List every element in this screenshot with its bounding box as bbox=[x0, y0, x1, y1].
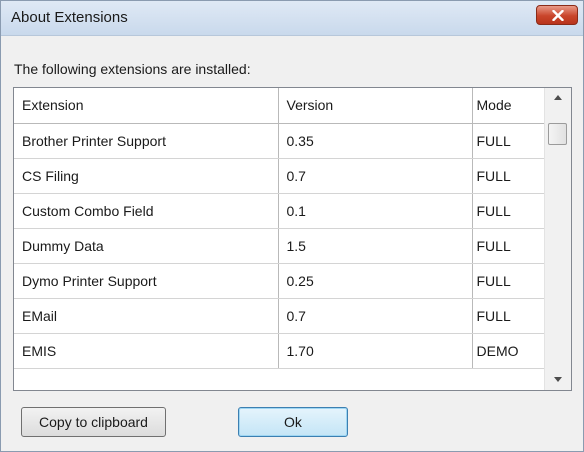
chevron-down-icon bbox=[554, 377, 562, 382]
table-row[interactable]: Dummy Data 1.5 FULL bbox=[14, 228, 544, 264]
table-row[interactable]: Brother Printer Support 0.35 FULL bbox=[14, 123, 544, 159]
mode-cell: FULL bbox=[472, 123, 544, 159]
ok-button[interactable]: Ok bbox=[238, 407, 348, 437]
title-bar[interactable]: About Extensions bbox=[1, 1, 583, 36]
column-header-extension[interactable]: Extension bbox=[14, 88, 279, 124]
mode-cell: DEMO bbox=[472, 333, 544, 369]
mode-cell: FULL bbox=[472, 228, 544, 264]
about-extensions-dialog: About Extensions The following extension… bbox=[0, 0, 584, 452]
window-title: About Extensions bbox=[11, 9, 128, 26]
version-cell: 0.1 bbox=[278, 193, 473, 229]
scroll-down-button[interactable] bbox=[545, 370, 571, 390]
version-cell: 0.7 bbox=[278, 298, 473, 334]
mode-cell: FULL bbox=[472, 263, 544, 299]
scroll-up-button[interactable] bbox=[545, 88, 571, 108]
column-header-version[interactable]: Version bbox=[278, 88, 473, 124]
vertical-scrollbar[interactable] bbox=[544, 88, 571, 390]
version-cell: 0.25 bbox=[278, 263, 473, 299]
version-cell: 1.70 bbox=[278, 333, 473, 369]
extension-name-cell: Dymo Printer Support bbox=[14, 263, 279, 299]
extensions-list[interactable]: Extension Version Mode Brother Printer S… bbox=[13, 87, 572, 391]
table-row[interactable]: Dymo Printer Support 0.25 FULL bbox=[14, 263, 544, 299]
extension-name-cell: Custom Combo Field bbox=[14, 193, 279, 229]
table-row[interactable]: Custom Combo Field 0.1 FULL bbox=[14, 193, 544, 229]
extension-name-cell: EMail bbox=[14, 298, 279, 334]
scrollbar-thumb[interactable] bbox=[548, 123, 567, 145]
table-row[interactable]: CS Filing 0.7 FULL bbox=[14, 158, 544, 194]
table-row[interactable]: EMail 0.7 FULL bbox=[14, 298, 544, 334]
version-cell: 0.7 bbox=[278, 158, 473, 194]
close-icon bbox=[552, 10, 564, 21]
intro-label: The following extensions are installed: bbox=[14, 61, 251, 77]
close-button[interactable] bbox=[536, 5, 578, 25]
extension-name-cell: CS Filing bbox=[14, 158, 279, 194]
copy-to-clipboard-button[interactable]: Copy to clipboard bbox=[21, 407, 166, 437]
mode-cell: FULL bbox=[472, 158, 544, 194]
mode-cell: FULL bbox=[472, 298, 544, 334]
extension-name-cell: Brother Printer Support bbox=[14, 123, 279, 159]
column-header-mode[interactable]: Mode bbox=[472, 88, 544, 124]
chevron-up-icon bbox=[554, 95, 562, 100]
extension-name-cell: EMIS bbox=[14, 333, 279, 369]
extensions-table: Extension Version Mode Brother Printer S… bbox=[14, 88, 544, 369]
mode-cell: FULL bbox=[472, 193, 544, 229]
table-row[interactable]: EMIS 1.70 DEMO bbox=[14, 333, 544, 369]
extension-name-cell: Dummy Data bbox=[14, 228, 279, 264]
version-cell: 0.35 bbox=[278, 123, 473, 159]
version-cell: 1.5 bbox=[278, 228, 473, 264]
table-header-row: Extension Version Mode bbox=[14, 88, 544, 124]
